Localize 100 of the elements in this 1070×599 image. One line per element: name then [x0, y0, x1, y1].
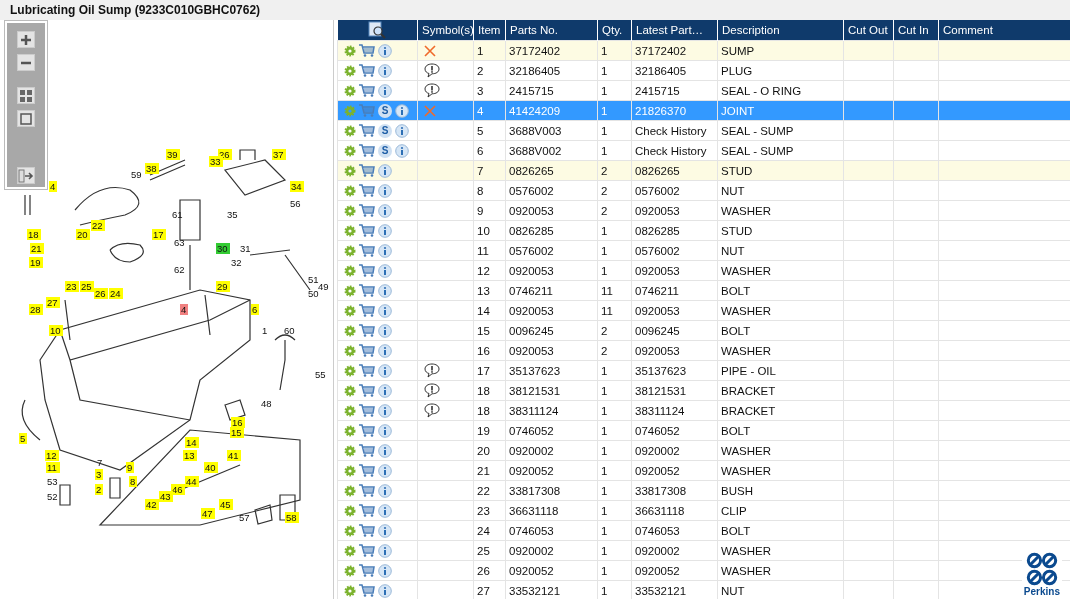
table-row[interactable]: 1 37172402 1 37172402 SUMP [337, 40, 1070, 61]
table-row[interactable]: 11 0576002 1 0576002 NUT [337, 240, 1070, 261]
cart-icon[interactable] [359, 364, 375, 377]
gear-icon[interactable] [344, 484, 356, 497]
cart-icon[interactable] [359, 184, 375, 197]
gear-icon[interactable] [344, 264, 356, 277]
info-icon[interactable] [378, 343, 392, 358]
cart-icon[interactable] [359, 144, 375, 157]
info-icon[interactable] [378, 363, 392, 378]
gear-icon[interactable] [344, 504, 356, 517]
table-row[interactable]: S 4 41424209 1 21826370 JOINT [337, 100, 1070, 121]
info-icon[interactable] [395, 143, 409, 158]
gear-icon[interactable] [344, 384, 356, 397]
table-row[interactable]: 16 0920053 2 0920053 WASHER [337, 340, 1070, 361]
table-row[interactable]: 2 32186405 1 32186405 PLUG [337, 60, 1070, 81]
table-row[interactable]: 23 36631118 1 36631118 CLIP [337, 500, 1070, 521]
gear-icon[interactable] [344, 224, 356, 237]
gear-icon[interactable] [344, 564, 356, 577]
cart-icon[interactable] [359, 304, 375, 317]
info-icon[interactable] [378, 243, 392, 258]
gear-icon[interactable] [344, 464, 356, 477]
gear-icon[interactable] [344, 364, 356, 377]
cart-icon[interactable] [359, 584, 375, 597]
table-row[interactable]: S 5 3688V003 1 Check History SEAL - SUMP [337, 120, 1070, 141]
cart-icon[interactable] [359, 244, 375, 257]
gear-icon[interactable] [344, 44, 356, 57]
table-row[interactable]: 24 0746053 1 0746053 BOLT [337, 520, 1070, 541]
cart-icon[interactable] [359, 544, 375, 557]
gear-icon[interactable] [344, 324, 356, 337]
cart-icon[interactable] [359, 264, 375, 277]
cart-icon[interactable] [359, 204, 375, 217]
gear-icon[interactable] [344, 344, 356, 357]
table-row[interactable]: 8 0576002 2 0576002 NUT [337, 180, 1070, 201]
table-row[interactable]: 18 38311124 1 38311124 BRACKET [337, 400, 1070, 421]
cart-icon[interactable] [359, 164, 375, 177]
cart-icon[interactable] [359, 464, 375, 477]
gear-icon[interactable] [344, 64, 356, 77]
cart-icon[interactable] [359, 564, 375, 577]
fit-view-button[interactable] [17, 110, 35, 127]
info-icon[interactable] [378, 303, 392, 318]
table-row[interactable]: 18 38121531 1 38121531 BRACKET [337, 380, 1070, 401]
table-row[interactable]: 3 2415715 1 2415715 SEAL - O RING [337, 80, 1070, 101]
gear-icon[interactable] [344, 544, 356, 557]
gear-icon[interactable] [344, 444, 356, 457]
info-icon[interactable] [378, 263, 392, 278]
info-icon[interactable] [378, 323, 392, 338]
info-icon[interactable] [378, 523, 392, 538]
cart-icon[interactable] [359, 404, 375, 417]
table-row[interactable]: 12 0920053 1 0920053 WASHER [337, 260, 1070, 281]
gear-icon[interactable] [344, 304, 356, 317]
zoom-out-button[interactable] [17, 54, 35, 71]
search-icon[interactable] [368, 21, 387, 39]
info-icon[interactable] [378, 423, 392, 438]
info-icon[interactable] [378, 483, 392, 498]
gear-icon[interactable] [344, 424, 356, 437]
cart-icon[interactable] [359, 484, 375, 497]
info-icon[interactable] [378, 383, 392, 398]
cart-icon[interactable] [359, 444, 375, 457]
info-icon[interactable] [378, 503, 392, 518]
gear-icon[interactable] [344, 284, 356, 297]
info-icon[interactable] [378, 63, 392, 78]
cart-icon[interactable] [359, 284, 375, 297]
zoom-in-button[interactable] [17, 31, 35, 48]
table-row[interactable]: 10 0826285 1 0826285 STUD [337, 220, 1070, 241]
cart-icon[interactable] [359, 324, 375, 337]
info-icon[interactable] [395, 123, 409, 138]
info-icon[interactable] [378, 223, 392, 238]
gear-icon[interactable] [344, 124, 356, 137]
info-icon[interactable] [378, 563, 392, 578]
table-row[interactable]: S 6 3688V002 1 Check History SEAL - SUMP [337, 140, 1070, 161]
gear-icon[interactable] [344, 164, 356, 177]
export-button[interactable] [17, 167, 35, 184]
info-icon[interactable] [378, 403, 392, 418]
gear-icon[interactable] [344, 524, 356, 537]
gear-icon[interactable] [344, 184, 356, 197]
cart-icon[interactable] [359, 384, 375, 397]
cart-icon[interactable] [359, 344, 375, 357]
gear-icon[interactable] [344, 144, 356, 157]
cart-icon[interactable] [359, 504, 375, 517]
table-row[interactable]: 17 35137623 1 35137623 PIPE - OIL [337, 360, 1070, 381]
table-row[interactable]: 13 0746211 11 0746211 BOLT [337, 280, 1070, 301]
info-icon[interactable] [378, 83, 392, 98]
cart-icon[interactable] [359, 124, 375, 137]
table-row[interactable]: 14 0920053 11 0920053 WASHER [337, 300, 1070, 321]
cart-icon[interactable] [359, 84, 375, 97]
gear-icon[interactable] [344, 204, 356, 217]
cart-icon[interactable] [359, 524, 375, 537]
gear-icon[interactable] [344, 84, 356, 97]
info-icon[interactable] [378, 43, 392, 58]
table-row[interactable]: 9 0920053 2 0920053 WASHER [337, 200, 1070, 221]
info-icon[interactable] [378, 583, 392, 598]
cart-icon[interactable] [359, 44, 375, 57]
table-row[interactable]: 15 0096245 2 0096245 BOLT [337, 320, 1070, 341]
info-icon[interactable] [378, 543, 392, 558]
table-row[interactable]: 21 0920052 1 0920052 WASHER [337, 460, 1070, 481]
table-row[interactable]: 19 0746052 1 0746052 BOLT [337, 420, 1070, 441]
supersession-badge[interactable]: S [378, 123, 392, 138]
gear-icon[interactable] [344, 244, 356, 257]
cart-icon[interactable] [359, 64, 375, 77]
table-row[interactable]: 7 0826265 2 0826265 STUD [337, 160, 1070, 181]
